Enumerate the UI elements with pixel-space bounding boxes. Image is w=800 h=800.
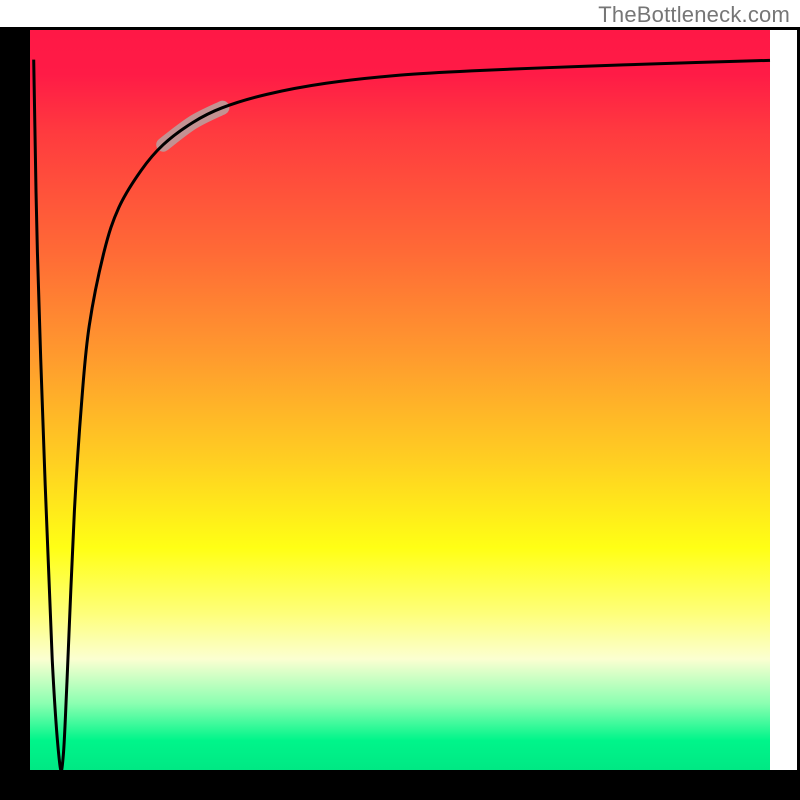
highlight-segment: [163, 108, 222, 145]
plot-area: [0, 0, 800, 800]
chart-frame: TheBottleneck.com: [0, 0, 800, 800]
curve-svg: [0, 0, 800, 800]
bottleneck-curve: [34, 60, 770, 771]
